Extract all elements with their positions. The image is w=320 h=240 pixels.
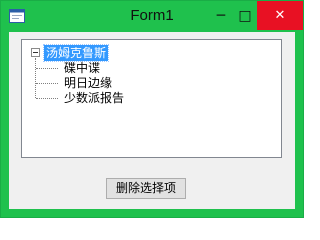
minimize-icon: ─ bbox=[216, 7, 226, 24]
maximize-icon: □ bbox=[238, 7, 252, 24]
maximize-button[interactable]: □ bbox=[235, 1, 255, 30]
tree-view[interactable]: 汤姆克鲁斯 碟中谍 明日边缘 少数派报告 bbox=[21, 39, 282, 158]
close-button[interactable]: ✕ bbox=[257, 1, 303, 30]
form-window: Form1 ─ □ ✕ 汤姆克鲁斯 碟中谍 明日边缘 少数派报告 删除选择项 bbox=[0, 0, 304, 218]
tree-node-child[interactable]: 碟中谍 bbox=[64, 60, 100, 76]
tree-node-root[interactable]: 汤姆克鲁斯 bbox=[42, 44, 110, 62]
tree-node-child[interactable]: 明日边缘 bbox=[64, 75, 112, 91]
minimize-button[interactable]: ─ bbox=[207, 1, 235, 30]
collapse-toggle-icon[interactable] bbox=[31, 48, 40, 57]
tree-connector-line bbox=[36, 83, 58, 84]
tree-connector-line bbox=[35, 58, 36, 98]
form-client-area: 汤姆克鲁斯 碟中谍 明日边缘 少数派报告 删除选择项 bbox=[9, 32, 295, 209]
tree-node-child[interactable]: 少数派报告 bbox=[64, 90, 124, 106]
tree-connector-line bbox=[36, 68, 58, 69]
tree-connector-line bbox=[36, 98, 58, 99]
title-bar[interactable]: Form1 ─ □ ✕ bbox=[1, 1, 303, 31]
delete-selected-button[interactable]: 删除选择项 bbox=[106, 178, 186, 199]
close-icon: ✕ bbox=[274, 8, 286, 23]
